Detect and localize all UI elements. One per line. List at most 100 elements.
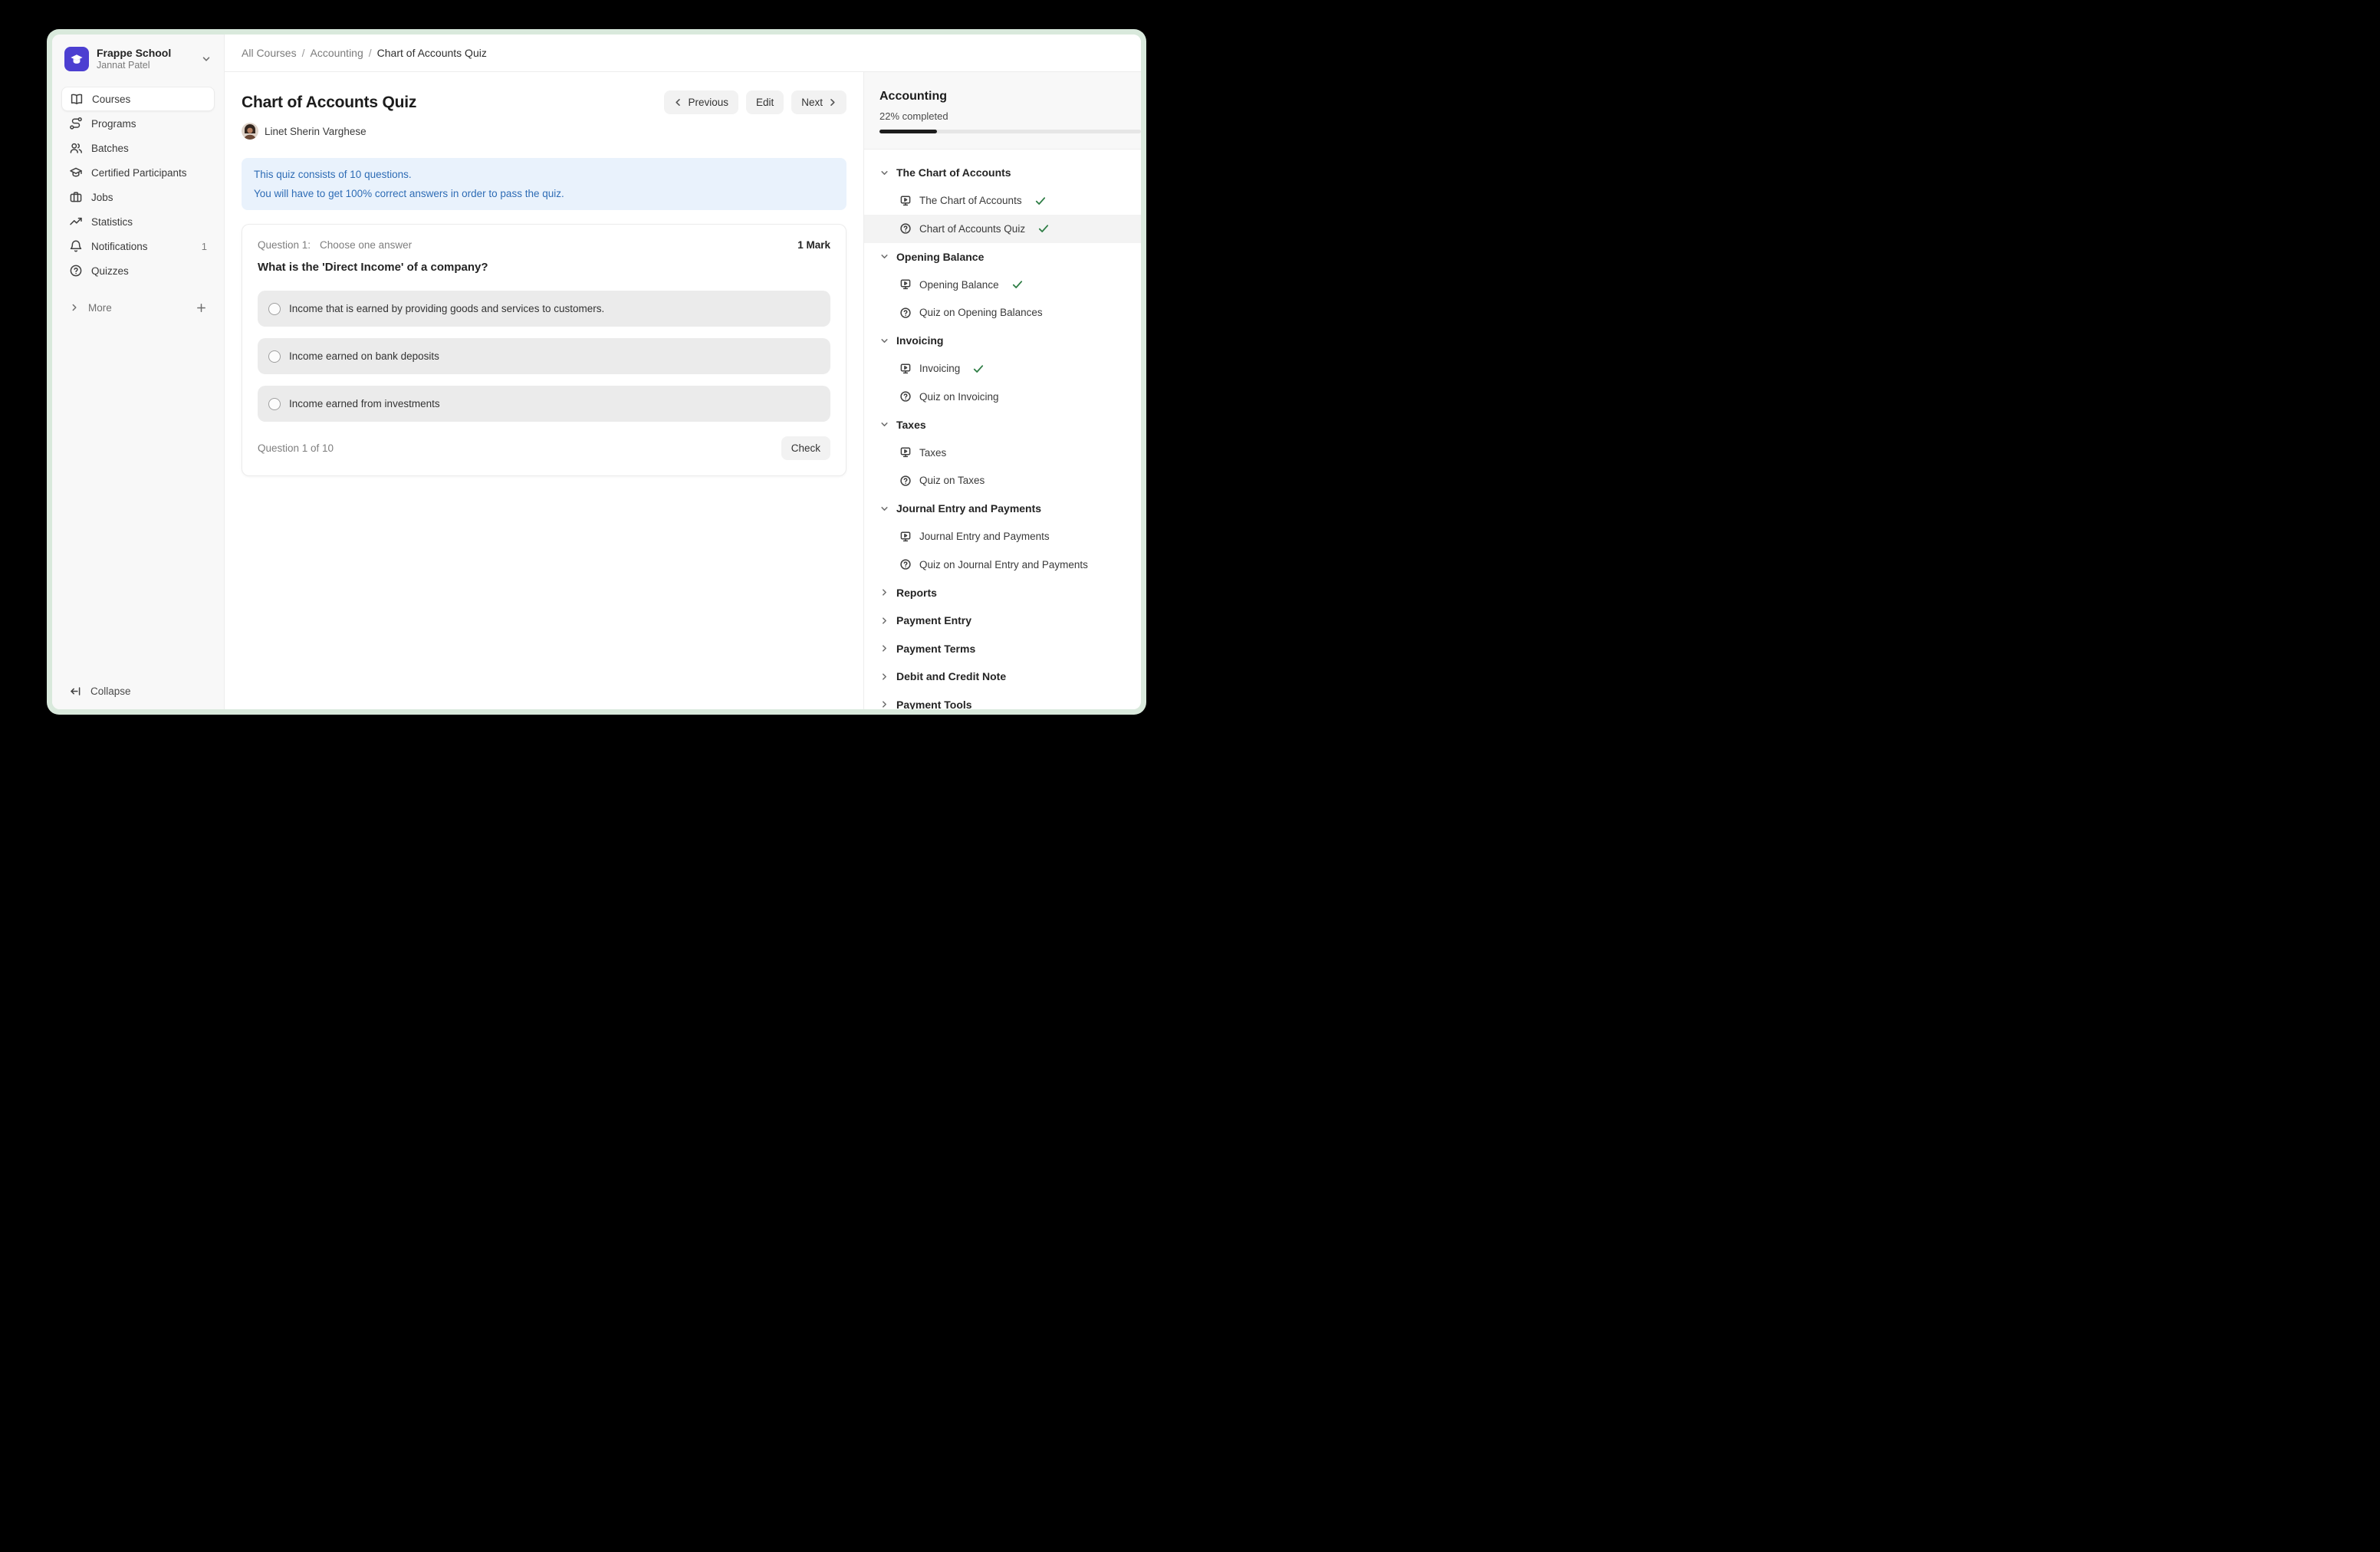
outline-item-label: Opening Balance bbox=[919, 279, 999, 291]
outline-item-label: Quiz on Journal Entry and Payments bbox=[919, 559, 1088, 570]
workspace-switcher[interactable]: Frappe School Jannat Patel bbox=[61, 45, 215, 73]
outline-item-quiz[interactable]: Quiz on Opening Balances bbox=[864, 299, 1141, 327]
answer-option[interactable]: Income earned from investments bbox=[258, 386, 830, 422]
sidebar-collapse-button[interactable]: Collapse bbox=[61, 679, 215, 703]
edit-button[interactable]: Edit bbox=[746, 90, 784, 114]
outline-section-title: Invoicing bbox=[896, 334, 943, 347]
outline-item-label: Invoicing bbox=[919, 363, 960, 374]
answer-option-label: Income earned on bank deposits bbox=[289, 350, 439, 362]
question-text: What is the 'Direct Income' of a company… bbox=[258, 261, 830, 274]
completed-check-icon bbox=[1038, 223, 1049, 234]
check-button[interactable]: Check bbox=[781, 436, 830, 460]
plus-icon[interactable] bbox=[196, 302, 207, 314]
sidebar-item-quizzes[interactable]: Quizzes bbox=[61, 258, 215, 283]
question-number-label: Question 1: bbox=[258, 239, 311, 251]
quiz-icon bbox=[899, 307, 912, 319]
app-window-frame: Frappe School Jannat Patel Courses Progr… bbox=[47, 29, 1146, 715]
outline-item-quiz[interactable]: Quiz on Taxes bbox=[864, 467, 1141, 495]
briefcase-icon bbox=[69, 190, 83, 204]
sidebar-item-label: Courses bbox=[92, 94, 130, 105]
sidebar-item-programs[interactable]: Programs bbox=[61, 111, 215, 136]
chevron-right-icon bbox=[879, 672, 889, 682]
quiz-nav-buttons: Previous Edit Next bbox=[664, 90, 846, 114]
lesson-icon bbox=[899, 531, 912, 543]
notifications-count-badge: 1 bbox=[202, 241, 207, 252]
chevron-right-icon bbox=[879, 587, 889, 597]
sidebar-item-label: Programs bbox=[91, 118, 136, 130]
outline-item-lesson[interactable]: Journal Entry and Payments bbox=[864, 523, 1141, 551]
outline-section-taxes[interactable]: Taxes bbox=[864, 411, 1141, 439]
quiz-icon bbox=[899, 222, 912, 235]
outline-section-invoicing[interactable]: Invoicing bbox=[864, 327, 1141, 355]
quiz-icon bbox=[899, 558, 912, 570]
sidebar-item-jobs[interactable]: Jobs bbox=[61, 185, 215, 209]
outline-section-journal-entry[interactable]: Journal Entry and Payments bbox=[864, 495, 1141, 523]
collapse-label: Collapse bbox=[90, 686, 131, 697]
sidebar-item-label: Statistics bbox=[91, 216, 133, 228]
outline-item-lesson[interactable]: The Chart of Accounts bbox=[864, 187, 1141, 215]
answer-option[interactable]: Income that is earned by providing goods… bbox=[258, 291, 830, 327]
outline-section-debit-credit-note[interactable]: Debit and Credit Note bbox=[864, 663, 1141, 691]
chevron-right-icon bbox=[69, 302, 80, 313]
outline-section-payment-tools[interactable]: Payment Tools bbox=[864, 691, 1141, 710]
workspace-names: Frappe School Jannat Patel bbox=[97, 47, 193, 71]
chevron-down-icon bbox=[879, 419, 889, 429]
course-progress-header: Accounting 22% completed bbox=[864, 72, 1141, 150]
breadcrumb-all-courses[interactable]: All Courses bbox=[242, 47, 297, 59]
outline-section-chart-of-accounts[interactable]: The Chart of Accounts bbox=[864, 159, 1141, 187]
sidebar-item-certified-participants[interactable]: Certified Participants bbox=[61, 160, 215, 185]
author-avatar bbox=[242, 123, 258, 140]
outline-section-title: Debit and Credit Note bbox=[896, 670, 1006, 682]
outline-section-title: Taxes bbox=[896, 419, 926, 431]
outline-item-quiz[interactable]: Quiz on Invoicing bbox=[864, 383, 1141, 411]
outline-section-opening-balance[interactable]: Opening Balance bbox=[864, 243, 1141, 271]
outline-item-quiz[interactable]: Quiz on Journal Entry and Payments bbox=[864, 551, 1141, 579]
outline-section-reports[interactable]: Reports bbox=[864, 579, 1141, 607]
outline-section-payment-terms[interactable]: Payment Terms bbox=[864, 635, 1141, 663]
content-column: All Courses / Accounting / Chart of Acco… bbox=[225, 35, 1141, 709]
sidebar-item-more[interactable]: More bbox=[61, 295, 215, 320]
sidebar-item-statistics[interactable]: Statistics bbox=[61, 209, 215, 234]
next-button[interactable]: Next bbox=[791, 90, 846, 114]
sidebar-item-notifications[interactable]: Notifications 1 bbox=[61, 234, 215, 258]
more-label: More bbox=[88, 302, 112, 314]
breadcrumb-separator: / bbox=[369, 47, 372, 59]
check-label: Check bbox=[791, 442, 820, 454]
quiz-author: Linet Sherin Varghese bbox=[242, 123, 846, 140]
left-sidebar: Frappe School Jannat Patel Courses Progr… bbox=[52, 35, 225, 709]
breadcrumb-current: Chart of Accounts Quiz bbox=[377, 47, 487, 59]
chevron-right-icon bbox=[879, 643, 889, 653]
outline-section-title: Journal Entry and Payments bbox=[896, 502, 1041, 515]
outline-item-lesson[interactable]: Opening Balance bbox=[864, 271, 1141, 299]
sidebar-item-batches[interactable]: Batches bbox=[61, 136, 215, 160]
chevron-left-icon bbox=[674, 98, 682, 107]
route-icon bbox=[69, 117, 83, 130]
sidebar-nav: Courses Programs Batches Certified Parti… bbox=[61, 87, 215, 320]
chevron-down-icon bbox=[879, 504, 889, 514]
notice-line: You will have to get 100% correct answer… bbox=[254, 187, 834, 200]
lesson-icon bbox=[899, 195, 912, 207]
outline-section-title: Opening Balance bbox=[896, 251, 984, 263]
notice-line: This quiz consists of 10 questions. bbox=[254, 168, 834, 181]
sidebar-item-label: Certified Participants bbox=[91, 167, 187, 179]
graduation-cap-icon bbox=[69, 166, 83, 179]
outline-item-lesson[interactable]: Invoicing bbox=[864, 355, 1141, 383]
previous-button[interactable]: Previous bbox=[664, 90, 738, 114]
collapse-arrow-icon bbox=[69, 685, 82, 698]
frappe-school-logo-icon bbox=[64, 47, 89, 71]
completed-check-icon bbox=[1035, 196, 1046, 206]
outline-section-payment-entry[interactable]: Payment Entry bbox=[864, 607, 1141, 635]
answer-option[interactable]: Income earned on bank deposits bbox=[258, 338, 830, 374]
radio-icon bbox=[268, 303, 281, 315]
author-name: Linet Sherin Varghese bbox=[265, 126, 367, 137]
outline-section-title: Payment Entry bbox=[896, 614, 971, 626]
question-instruction: Choose one answer bbox=[320, 239, 412, 251]
sidebar-item-courses[interactable]: Courses bbox=[61, 87, 215, 111]
sidebar-item-label: Notifications bbox=[91, 241, 148, 252]
outline-item-quiz-active[interactable]: Chart of Accounts Quiz bbox=[864, 215, 1141, 243]
chevron-down-icon bbox=[879, 336, 889, 346]
outline-item-lesson[interactable]: Taxes bbox=[864, 439, 1141, 467]
outline-section-title: Reports bbox=[896, 587, 937, 599]
quiz-icon bbox=[899, 475, 912, 487]
breadcrumb-accounting[interactable]: Accounting bbox=[310, 47, 363, 59]
